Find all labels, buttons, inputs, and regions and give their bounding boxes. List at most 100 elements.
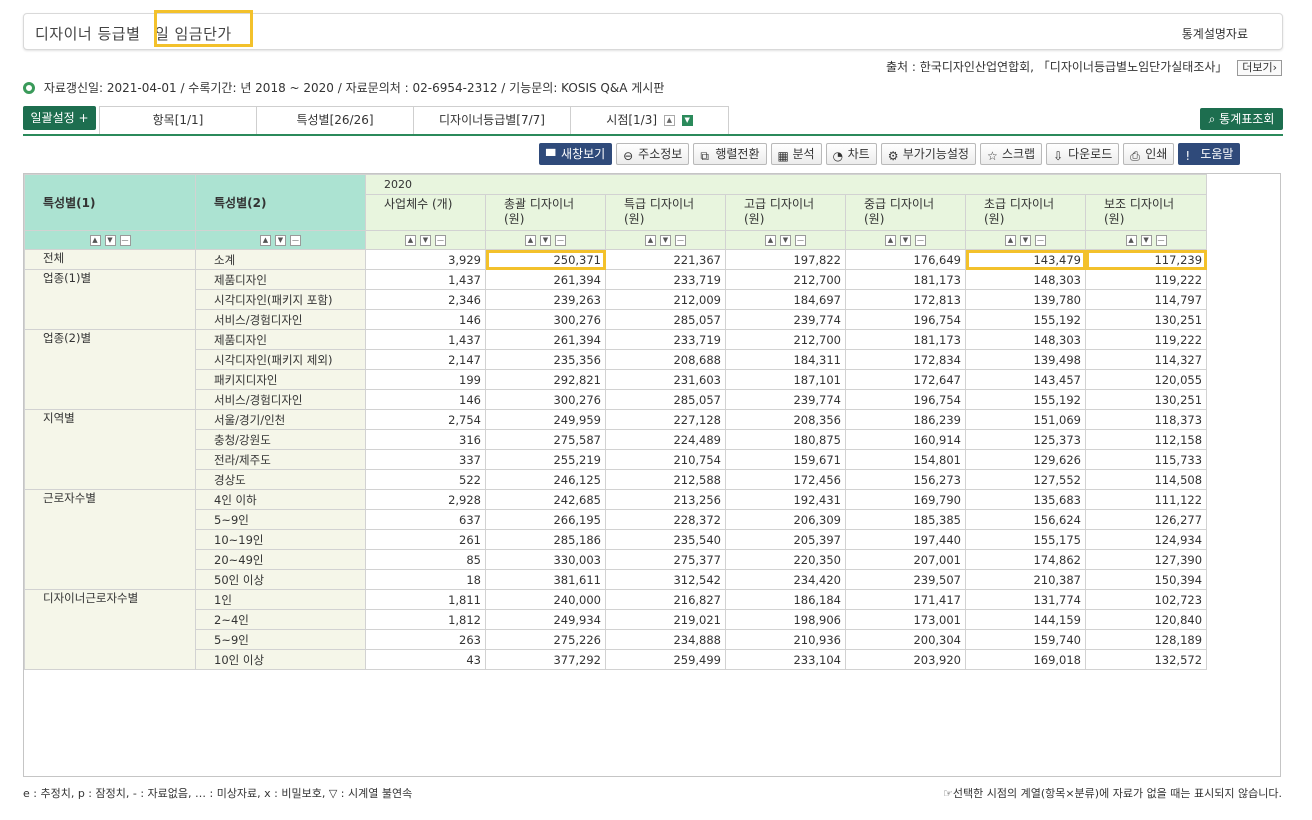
- collapse-icon[interactable]: —: [795, 235, 806, 246]
- collapse-icon[interactable]: —: [915, 235, 926, 246]
- sort-up-icon[interactable]: ▲: [1125, 235, 1137, 246]
- sort-down-icon[interactable]: ▼: [275, 235, 286, 246]
- sort-controls: ▲ ▼ —: [845, 230, 966, 250]
- table-cell: 184,311: [725, 349, 846, 370]
- tab-designer-grade[interactable]: 디자이너등급별[7/7]: [414, 107, 571, 135]
- sort-up-icon[interactable]: ▲: [405, 235, 416, 246]
- table-cell: 261,394: [485, 269, 606, 290]
- table-cell: 208,356: [725, 409, 846, 430]
- table-cell: 261: [365, 529, 486, 550]
- gear-icon: ⚙: [887, 149, 899, 163]
- help-button[interactable]: ! 도움말: [1178, 143, 1241, 165]
- table-cell: 210,387: [965, 569, 1086, 590]
- sort-down-icon[interactable]: ▼: [1140, 235, 1152, 246]
- sort-down-icon[interactable]: ▼: [540, 235, 551, 246]
- link-button[interactable]: ⊖ 주소정보: [616, 143, 690, 165]
- group-label: 지역별: [24, 409, 196, 490]
- row-label: 10~19인: [195, 529, 366, 550]
- row-label: 전라/제주도: [195, 449, 366, 470]
- group-label: 업종(1)별: [24, 269, 196, 330]
- table-cell: 239,507: [845, 569, 966, 590]
- table-cell: 181,173: [845, 329, 966, 350]
- table-row: 5~9인 263 275,226 234,888 210,936 200,304 159,7…: [25, 629, 1208, 650]
- row-label: 제품디자인: [195, 269, 366, 290]
- collapse-icon[interactable]: —: [435, 235, 446, 246]
- table-cell: 114,797: [1084, 289, 1208, 310]
- table-cell: 173,001: [845, 609, 966, 630]
- table-cell: 234,888: [605, 629, 726, 650]
- sort-up-icon[interactable]: ▲: [260, 235, 271, 246]
- chevron-up-icon[interactable]: ▲: [663, 115, 675, 126]
- collapse-icon[interactable]: —: [555, 235, 566, 246]
- table-cell: 156,273: [845, 469, 966, 490]
- table-cell: 128,189: [1084, 629, 1208, 650]
- sort-up-icon[interactable]: ▲: [89, 235, 101, 246]
- table-cell: 85: [365, 549, 486, 570]
- table-cell: 135,683: [965, 489, 1086, 510]
- row-label: 4인 이하: [195, 489, 366, 510]
- sort-down-icon[interactable]: ▼: [780, 235, 791, 246]
- table-cell: 285,186: [485, 529, 606, 550]
- collapse-icon[interactable]: —: [1155, 235, 1167, 246]
- table-cell: 219,021: [605, 609, 726, 630]
- table-cell: 212,009: [605, 289, 726, 310]
- group-label: 업종(2)별: [24, 329, 196, 410]
- more-button[interactable]: 더보기›: [1237, 60, 1282, 76]
- tab-period[interactable]: 시점[1/3] ▲ ▼: [571, 107, 728, 135]
- gear-button[interactable]: ⚙ 부가기능설정: [880, 143, 976, 165]
- sort-down-icon[interactable]: ▼: [1020, 235, 1031, 246]
- star-button[interactable]: ☆ 스크랩: [979, 143, 1043, 165]
- analysis-button[interactable]: ▦ 분석: [770, 143, 822, 165]
- sort-up-icon[interactable]: ▲: [525, 235, 536, 246]
- tab-items[interactable]: 항목[1/1]: [100, 107, 257, 135]
- stat-query-button[interactable]: ⌕ 통계표조회: [1200, 108, 1283, 130]
- table-cell: 233,719: [605, 329, 726, 350]
- table-cell: 233,104: [725, 649, 846, 670]
- table-cell: 126,277: [1084, 509, 1208, 530]
- sort-up-icon[interactable]: ▲: [765, 235, 776, 246]
- sort-down-icon[interactable]: ▼: [420, 235, 431, 246]
- table-cell: 114,327: [1084, 349, 1208, 370]
- sort-down-icon[interactable]: ▼: [900, 235, 911, 246]
- sort-controls: ▲ ▼ —: [195, 230, 366, 250]
- chart-button[interactable]: ◔ 차트: [825, 143, 877, 165]
- table-cell: 115,733: [1084, 449, 1208, 470]
- swap-button[interactable]: ⧉ 행렬전환: [693, 143, 767, 165]
- collapse-icon[interactable]: —: [1035, 235, 1046, 246]
- row-label: 서울/경기/인천: [195, 409, 366, 430]
- data-table: 특성별(1) 특성별(2) 2020 사업체수 (개) 총괄 디자이너 (원) 특급 디자…: [24, 174, 1208, 670]
- search-icon: ⌕: [1208, 112, 1216, 126]
- chevron-down-icon[interactable]: ▼: [681, 115, 693, 126]
- tab-characteristics[interactable]: 특성별[26/26]: [257, 107, 414, 135]
- table-cell: 148,303: [965, 269, 1086, 290]
- table-cell: 522: [365, 469, 486, 490]
- table-cell: 259,499: [605, 649, 726, 670]
- collapse-icon[interactable]: —: [290, 235, 301, 246]
- table-cell: 210,754: [605, 449, 726, 470]
- sort-up-icon[interactable]: ▲: [885, 235, 896, 246]
- batch-settings-button[interactable]: 일괄설정 +: [23, 106, 96, 130]
- collapse-icon[interactable]: —: [675, 235, 686, 246]
- toolbar-button-label: 차트: [847, 147, 870, 161]
- sort-up-icon[interactable]: ▲: [645, 235, 656, 246]
- sort-down-icon[interactable]: ▼: [104, 235, 116, 246]
- table-cell: 127,390: [1084, 549, 1208, 570]
- table-cell: 300,276: [485, 309, 606, 330]
- stat-description-link[interactable]: 통계설명자료: [1182, 25, 1248, 42]
- table-cell: 119,222: [1084, 329, 1208, 350]
- print-button[interactable]: ⎙ 인쇄: [1123, 143, 1175, 165]
- collapse-icon[interactable]: —: [119, 235, 131, 246]
- table-row: 5~9인 637 266,195 228,372 206,309 185,385 156,6…: [25, 509, 1208, 530]
- download-button[interactable]: ⇩ 다운로드: [1046, 143, 1120, 165]
- row-label: 경상도: [195, 469, 366, 490]
- table-cell: 221,367: [605, 249, 726, 270]
- table-row: 업종(2)별 제품디자인 1,437 261,394 233,719 212,700 181…: [24, 329, 1208, 410]
- sort-up-icon[interactable]: ▲: [1005, 235, 1016, 246]
- table-cell: 239,774: [725, 389, 846, 410]
- table-cell: 117,239: [1084, 249, 1208, 270]
- table-cell: 154,801: [845, 449, 966, 470]
- sort-down-icon[interactable]: ▼: [660, 235, 671, 246]
- new-window-button[interactable]: ▀ 새창보기: [539, 143, 613, 165]
- table-cell: 125,373: [965, 429, 1086, 450]
- group-label: 근로자수별: [24, 489, 196, 590]
